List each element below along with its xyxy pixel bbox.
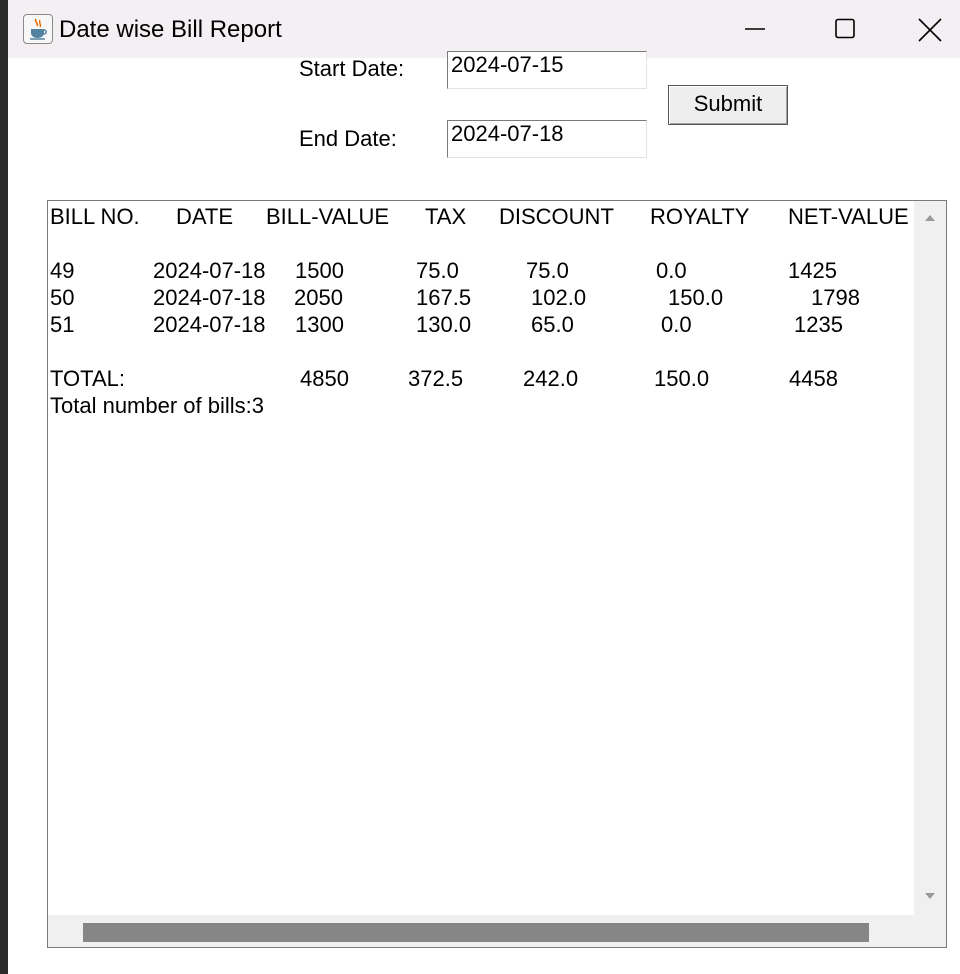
header-tax: TAX (425, 204, 467, 229)
scroll-corner (914, 915, 946, 947)
row-50-discount: 102.0 (531, 285, 587, 310)
minimize-button[interactable] (720, 0, 790, 58)
row-50-royalty: 150.0 (668, 285, 724, 310)
report-text-area[interactable]: BILL NO. DATE BILL-VALUE TAX DISCOUNT RO… (47, 200, 947, 948)
submit-button[interactable]: Submit (668, 85, 788, 125)
scroll-up-icon[interactable] (924, 213, 936, 223)
row-51-bill-value: 1300 (295, 312, 344, 337)
row-49-royalty: 0.0 (656, 258, 687, 283)
row-49-net-value: 1425 (788, 258, 837, 283)
maximize-icon (835, 18, 855, 39)
total-discount: 242.0 (523, 366, 579, 391)
row-51-tax: 130.0 (416, 312, 472, 337)
row-51-discount: 65.0 (531, 312, 574, 337)
row-49-discount: 75.0 (526, 258, 569, 283)
row-50-date: 2024-07-18 (153, 285, 266, 310)
horizontal-scroll-thumb[interactable] (83, 923, 869, 942)
row-51-date: 2024-07-18 (153, 312, 266, 337)
minimize-icon (745, 28, 765, 30)
bill-count: Total number of bills:3 (50, 393, 264, 418)
total-tax: 372.5 (408, 366, 464, 391)
java-cup-icon (23, 14, 53, 44)
row-50-bill-value: 2050 (294, 285, 343, 310)
header-bill-no: BILL NO. (50, 204, 140, 229)
header-discount: DISCOUNT (499, 204, 614, 229)
row-51-royalty: 0.0 (661, 312, 692, 337)
row-49-date: 2024-07-18 (153, 258, 266, 283)
total-royalty: 150.0 (654, 366, 710, 391)
row-50-net-value: 1798 (811, 285, 860, 310)
report-content[interactable]: BILL NO. DATE BILL-VALUE TAX DISCOUNT RO… (50, 201, 914, 915)
header-bill-value: BILL-VALUE (266, 204, 390, 229)
title-bar[interactable]: Date wise Bill Report (8, 0, 960, 58)
header-date: DATE (176, 204, 234, 229)
row-50-bill-no: 50 (50, 285, 75, 310)
row-51-net-value: 1235 (794, 312, 843, 337)
row-50-tax: 167.5 (416, 285, 472, 310)
row-49-bill-no: 49 (50, 258, 75, 283)
total-net-value: 4458 (789, 366, 838, 391)
row-49-bill-value: 1500 (295, 258, 344, 283)
row-49-tax: 75.0 (416, 258, 459, 283)
header-royalty: ROYALTY (650, 204, 750, 229)
close-icon (918, 18, 942, 42)
header-net-value: NET-VALUE (788, 204, 909, 229)
scroll-down-icon[interactable] (924, 891, 936, 901)
maximize-button[interactable] (810, 0, 880, 58)
start-date-label: Start Date: (299, 56, 405, 81)
total-label: TOTAL: (50, 366, 125, 391)
start-date-field[interactable]: 2024-07-15 (447, 51, 647, 89)
end-date-field[interactable]: 2024-07-18 (447, 120, 647, 158)
vertical-scrollbar[interactable] (914, 201, 946, 915)
end-date-label: End Date: (299, 126, 397, 151)
report-window: Date wise Bill Report Start Date: 2024-0… (8, 0, 960, 974)
row-51-bill-no: 51 (50, 312, 75, 337)
close-button[interactable] (900, 0, 960, 58)
total-bill-value: 4850 (300, 366, 349, 391)
horizontal-scrollbar[interactable] (48, 915, 946, 947)
window-title: Date wise Bill Report (59, 16, 282, 43)
